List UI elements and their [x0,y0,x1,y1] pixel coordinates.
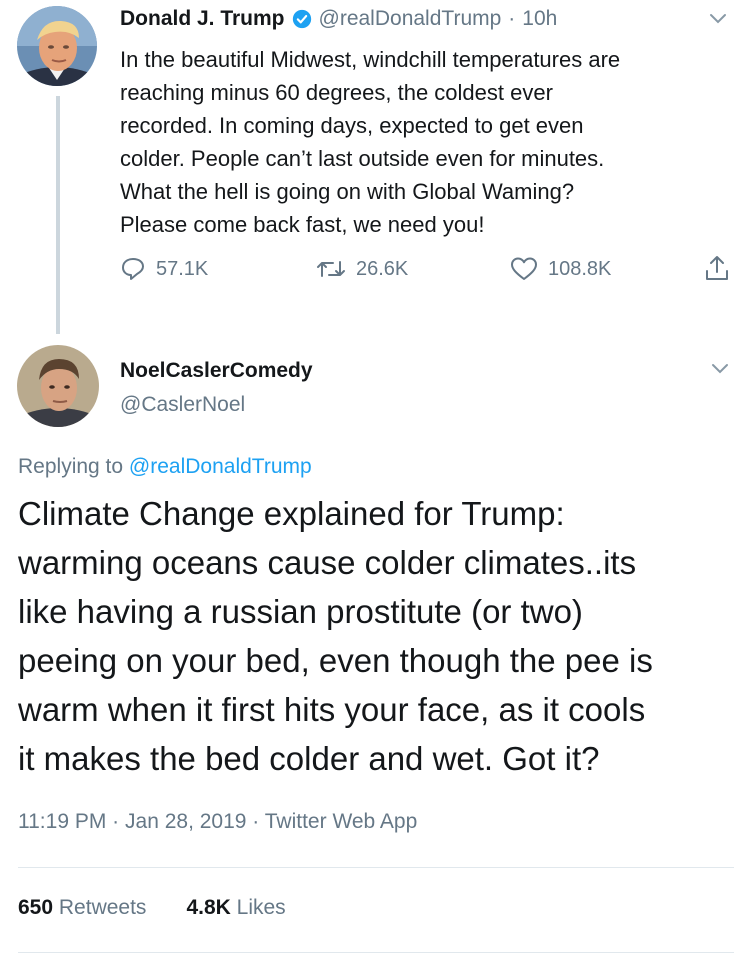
tweet-source[interactable]: Twitter Web App [265,810,418,833]
tweet-text-line: recorded. In coming days, expected to ge… [120,113,584,138]
replying-to-label: Replying to [18,455,124,478]
likes-stat[interactable]: 4.8K Likes [186,896,285,920]
reply-author-handle[interactable]: @CaslerNoel [120,393,245,417]
chevron-down-icon[interactable] [710,362,730,381]
retweet-count: 26.6K [356,257,409,280]
reply-text-line: like having a russian prostitute (or two… [18,593,583,630]
reply-text: Climate Change explained for Trump: warm… [18,489,738,783]
divider [18,952,734,953]
separator-dot: · [508,7,516,30]
reply-icon [120,256,146,282]
tweet-date[interactable]: Jan 28, 2019 [125,810,246,833]
tweet-text-line: reaching minus 60 degrees, the coldest e… [120,80,553,105]
replying-to-link[interactable]: @realDonaldTrump [129,455,312,478]
separator-dot: · [112,810,120,833]
tweet-header: Donald J. Trump @realDonaldTrump · 10h [120,7,557,31]
heart-icon [510,256,538,282]
verified-badge-icon [292,9,312,29]
reply-button[interactable]: 57.1K [120,256,208,282]
avatar-trump[interactable] [17,6,97,86]
like-button[interactable]: 108.8K [510,256,611,282]
tweet-time[interactable]: 10h [522,7,557,31]
share-button[interactable] [704,254,730,282]
separator-dot: · [252,810,260,833]
reply-text-line: peeing on your bed, even though the pee … [18,642,653,679]
engagement-stats: 650 Retweets 4.8K Likes [18,896,286,920]
retweet-icon [316,256,346,282]
reply-text-line: it makes the bed colder and wet. Got it? [18,740,600,777]
tweet-timestamp[interactable]: 11:19 PM [18,810,106,833]
avatar-noel[interactable] [17,345,99,427]
chevron-down-icon[interactable] [708,12,728,31]
reply-author-name[interactable]: NoelCaslerComedy [120,359,313,383]
tweet-text-line: Please come back fast, we need you! [120,212,485,237]
author-handle[interactable]: @realDonaldTrump [319,7,502,31]
reply-text-line: warm when it first hits your face, as it… [18,691,646,728]
reply-text-line: warming oceans cause colder climates..it… [18,544,637,581]
thread-line [56,96,60,334]
author-name[interactable]: Donald J. Trump [120,7,285,31]
retweets-stat[interactable]: 650 Retweets [18,896,146,920]
retweet-button[interactable]: 26.6K [316,256,408,282]
tweet-meta: 11:19 PM · Jan 28, 2019 · Twitter Web Ap… [18,810,417,834]
tweet-text-line: What the hell is going on with Global Wa… [120,179,575,204]
share-icon [704,254,730,282]
reply-text-line: Climate Change explained for Trump: [18,495,565,532]
replying-to: Replying to @realDonaldTrump [18,455,312,479]
divider [18,867,734,868]
reply-count: 57.1K [156,257,209,280]
likes-label: Likes [236,896,286,919]
likes-count: 4.8K [186,896,231,919]
tweet-text-line: colder. People can’t last outside even f… [120,146,605,171]
like-count: 108.8K [548,257,612,280]
retweets-label: Retweets [58,896,147,919]
tweet-text: In the beautiful Midwest, windchill temp… [120,43,730,241]
retweets-count: 650 [18,896,54,919]
tweet-text-line: In the beautiful Midwest, windchill temp… [120,47,621,72]
